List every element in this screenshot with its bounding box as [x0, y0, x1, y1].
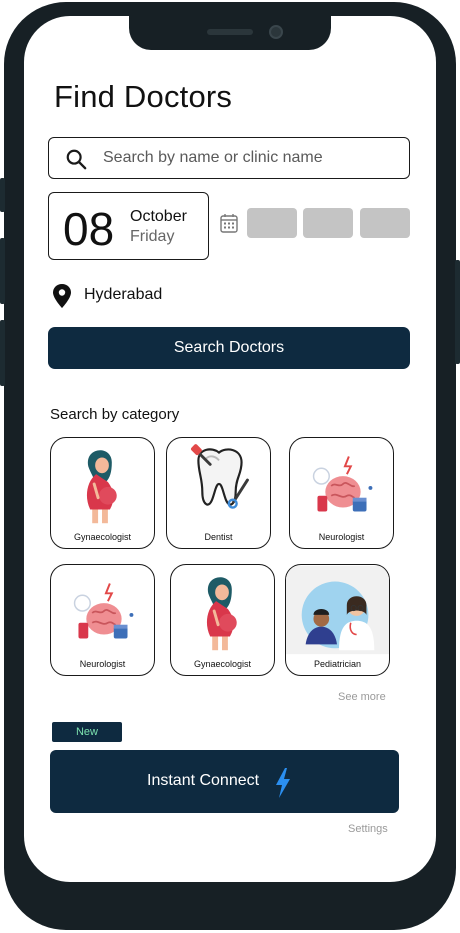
- power-button: [455, 260, 460, 364]
- date-month: October: [130, 208, 187, 225]
- location-pin-icon: [53, 284, 71, 308]
- new-badge: New: [52, 722, 122, 742]
- notch: [129, 16, 331, 50]
- volume-down-button: [0, 320, 5, 386]
- brain-icon: [73, 583, 134, 639]
- category-heading: Search by category: [50, 406, 180, 423]
- see-more-link[interactable]: See more: [338, 691, 386, 703]
- pregnant-woman-icon: [206, 577, 237, 651]
- category-label: Neurologist: [79, 659, 126, 669]
- instant-connect-button[interactable]: Instant Connect: [50, 750, 399, 813]
- lightning-bolt-icon: [276, 768, 290, 798]
- instant-connect-label: Instant Connect: [147, 772, 260, 789]
- front-camera: [269, 25, 283, 39]
- location-city[interactable]: Hyderabad: [84, 286, 162, 304]
- date-day: 08: [63, 203, 115, 255]
- date-weekday: Friday: [130, 228, 175, 245]
- search-field[interactable]: [48, 137, 410, 179]
- category-label: Gynaecologist: [73, 532, 132, 542]
- search-input[interactable]: [103, 144, 393, 172]
- pregnant-woman-icon: [86, 450, 117, 524]
- category-card-pediatrician[interactable]: Pediatrician: [285, 564, 390, 676]
- tooth-icon: [190, 444, 249, 509]
- category-card-neurologist[interactable]: Neurologist: [50, 564, 155, 676]
- page-title: Find Doctors: [54, 79, 233, 114]
- category-card-neurologist[interactable]: Neurologist: [289, 437, 394, 549]
- calendar-icon[interactable]: [220, 213, 238, 233]
- search-icon: [66, 149, 87, 170]
- date-selector[interactable]: 08 October Friday: [48, 192, 209, 260]
- category-card-dentist[interactable]: Dentist: [166, 437, 271, 549]
- speaker-grille: [207, 29, 253, 35]
- brain-icon: [312, 456, 373, 512]
- date-slot[interactable]: [247, 208, 297, 238]
- category-label: Gynaecologist: [193, 659, 252, 669]
- category-label: Pediatrician: [313, 659, 362, 669]
- settings-link[interactable]: Settings: [348, 823, 388, 835]
- category-label: Dentist: [204, 532, 233, 542]
- search-doctors-button[interactable]: Search Doctors: [48, 327, 410, 369]
- category-card-gynaecologist[interactable]: Gynaecologist: [50, 437, 155, 549]
- date-slot[interactable]: [303, 208, 353, 238]
- category-card-gynaecologist[interactable]: Gynaecologist: [170, 564, 275, 676]
- volume-up-button: [0, 238, 5, 304]
- app-screen: Find Doctors 08 October Friday Hyderabad…: [24, 16, 436, 882]
- doctor-child-icon: [286, 565, 389, 655]
- mute-switch: [0, 178, 5, 212]
- category-label: Neurologist: [318, 532, 365, 542]
- date-slot[interactable]: [360, 208, 410, 238]
